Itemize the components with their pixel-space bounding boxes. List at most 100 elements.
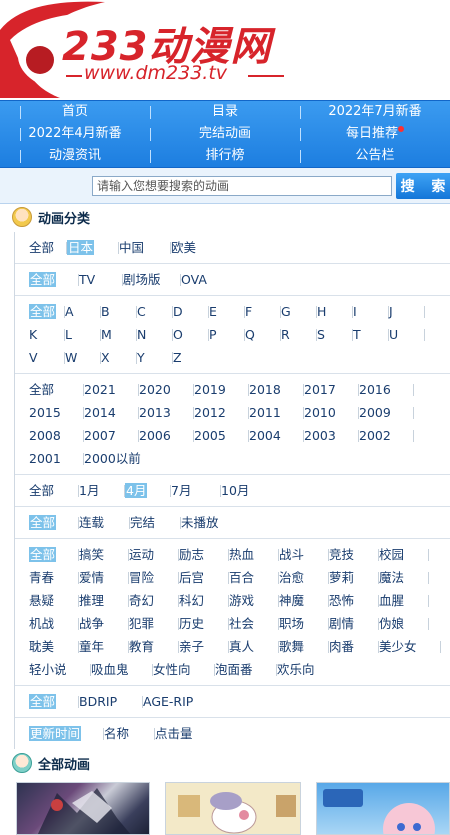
filter-letter-option[interactable]: N <box>137 323 173 346</box>
filter-type-option[interactable]: TV <box>79 268 123 291</box>
filter-letter-option[interactable]: T <box>353 323 389 346</box>
filter-year-option[interactable]: 2013 <box>139 401 194 424</box>
filter-letter-option[interactable]: Z <box>173 346 209 369</box>
filter-year-option[interactable]: 2019 <box>194 378 249 401</box>
filter-status-option[interactable]: 连载 <box>79 511 130 534</box>
filter-year-option[interactable]: 2000以前 <box>84 447 154 470</box>
filter-genre-option[interactable]: 职场 <box>279 612 329 635</box>
filter-genre-option[interactable]: 肉番 <box>329 635 379 658</box>
filter-genre-option[interactable]: 血腥 <box>379 589 429 612</box>
filter-year-option[interactable]: 2014 <box>84 401 139 424</box>
filter-year-option[interactable]: 2003 <box>304 424 359 447</box>
filter-letter-option[interactable]: E <box>209 300 245 323</box>
nav-april-new[interactable]: 2022年4月新番 <box>0 123 150 145</box>
filter-genre-option[interactable]: 治愈 <box>279 566 329 589</box>
filter-letter-option[interactable]: O <box>173 323 209 346</box>
search-button[interactable]: 搜 索 <box>396 173 450 199</box>
filter-status-option[interactable]: 全部 <box>29 511 79 534</box>
filter-genre-option[interactable]: 青春 <box>29 566 79 589</box>
filter-letter-option[interactable]: K <box>29 323 65 346</box>
filter-year-option[interactable]: 2001 <box>29 447 84 470</box>
anime-cover[interactable] <box>16 782 150 835</box>
filter-resource-option[interactable]: AGE-RIP <box>143 690 207 713</box>
filter-letter-option[interactable]: Y <box>137 346 173 369</box>
filter-resource-option[interactable]: 全部 <box>29 690 79 713</box>
filter-genre-option[interactable]: 推理 <box>79 589 129 612</box>
filter-genre-option[interactable]: 犯罪 <box>129 612 179 635</box>
filter-year-option[interactable]: 2011 <box>249 401 304 424</box>
filter-month-option[interactable]: 10月 <box>221 479 271 502</box>
filter-letter-option[interactable]: U <box>389 323 425 346</box>
filter-year-option[interactable]: 2017 <box>304 378 359 401</box>
filter-type-option[interactable]: 全部 <box>29 268 79 291</box>
filter-genre-option[interactable]: 神魔 <box>279 589 329 612</box>
filter-year-option[interactable]: 2002 <box>359 424 414 447</box>
filter-year-option[interactable]: 2021 <box>84 378 139 401</box>
filter-letter-option[interactable]: R <box>281 323 317 346</box>
filter-letter-option[interactable]: S <box>317 323 353 346</box>
filter-month-option[interactable]: 全部 <box>29 479 79 502</box>
filter-status-option[interactable]: 未播放 <box>181 511 241 534</box>
filter-genre-option[interactable]: 欢乐向 <box>277 658 339 681</box>
nav-ranking[interactable]: 排行榜 <box>150 145 300 167</box>
filter-year-option[interactable]: 2010 <box>304 401 359 424</box>
filter-genre-option[interactable]: 竞技 <box>329 543 379 566</box>
filter-year-option[interactable]: 2004 <box>249 424 304 447</box>
filter-month-option[interactable]: 7月 <box>171 479 221 502</box>
filter-genre-option[interactable]: 奇幻 <box>129 589 179 612</box>
filter-genre-option[interactable]: 搞笑 <box>79 543 129 566</box>
anime-cover[interactable] <box>316 782 450 835</box>
filter-genre-option[interactable]: 魔法 <box>379 566 429 589</box>
filter-type-option[interactable]: OVA <box>181 268 239 291</box>
filter-genre-option[interactable]: 爱情 <box>79 566 129 589</box>
filter-region-option[interactable]: 中国 <box>119 236 171 259</box>
filter-genre-option[interactable]: 热血 <box>229 543 279 566</box>
filter-genre-option[interactable]: 轻小说 <box>29 658 91 681</box>
nav-completed[interactable]: 完结动画 <box>150 123 300 145</box>
filter-year-option[interactable]: 2005 <box>194 424 249 447</box>
filter-genre-option[interactable]: 美少女 <box>379 635 441 658</box>
filter-genre-option[interactable]: 冒险 <box>129 566 179 589</box>
filter-genre-option[interactable]: 童年 <box>79 635 129 658</box>
filter-year-option[interactable]: 2018 <box>249 378 304 401</box>
filter-genre-option[interactable]: 恐怖 <box>329 589 379 612</box>
filter-letter-option[interactable]: B <box>101 300 137 323</box>
filter-letter-option[interactable]: A <box>65 300 101 323</box>
filter-genre-option[interactable]: 亲子 <box>179 635 229 658</box>
filter-genre-option[interactable]: 机战 <box>29 612 79 635</box>
filter-year-option[interactable]: 全部 <box>29 378 84 401</box>
filter-year-option[interactable]: 2015 <box>29 401 84 424</box>
filter-sort-option[interactable]: 更新时间 <box>29 722 104 745</box>
filter-genre-option[interactable]: 百合 <box>229 566 279 589</box>
filter-genre-option[interactable]: 战斗 <box>279 543 329 566</box>
filter-letter-option[interactable]: Q <box>245 323 281 346</box>
filter-letter-option[interactable]: 全部 <box>29 300 65 323</box>
filter-letter-option[interactable]: X <box>101 346 137 369</box>
filter-year-option[interactable]: 2006 <box>139 424 194 447</box>
filter-genre-option[interactable]: 后宫 <box>179 566 229 589</box>
nav-announcements[interactable]: 公告栏 <box>300 145 450 167</box>
filter-letter-option[interactable]: H <box>317 300 353 323</box>
filter-genre-option[interactable]: 历史 <box>179 612 229 635</box>
filter-genre-option[interactable]: 萝莉 <box>329 566 379 589</box>
filter-year-option[interactable]: 2009 <box>359 401 414 424</box>
filter-letter-option[interactable]: D <box>173 300 209 323</box>
filter-genre-option[interactable]: 吸血鬼 <box>91 658 153 681</box>
filter-sort-option[interactable]: 名称 <box>104 722 155 745</box>
filter-resource-option[interactable]: BDRIP <box>79 690 143 713</box>
filter-genre-option[interactable]: 剧情 <box>329 612 379 635</box>
filter-letter-option[interactable]: V <box>29 346 65 369</box>
filter-region-option[interactable]: 日本 <box>67 236 119 259</box>
nav-july-new[interactable]: 2022年7月新番 <box>300 101 450 123</box>
filter-type-option[interactable]: 剧场版 <box>123 268 181 291</box>
filter-letter-option[interactable]: P <box>209 323 245 346</box>
filter-letter-option[interactable]: J <box>389 300 425 323</box>
filter-region-option[interactable]: 欧美 <box>171 236 223 259</box>
nav-home[interactable]: 首页 <box>0 101 150 123</box>
filter-letter-option[interactable]: F <box>245 300 281 323</box>
filter-genre-option[interactable]: 运动 <box>129 543 179 566</box>
filter-year-option[interactable]: 2020 <box>139 378 194 401</box>
nav-catalog[interactable]: 目录 <box>150 101 300 123</box>
nav-daily-pick[interactable]: 每日推荐 <box>300 123 450 145</box>
filter-genre-option[interactable]: 悬疑 <box>29 589 79 612</box>
